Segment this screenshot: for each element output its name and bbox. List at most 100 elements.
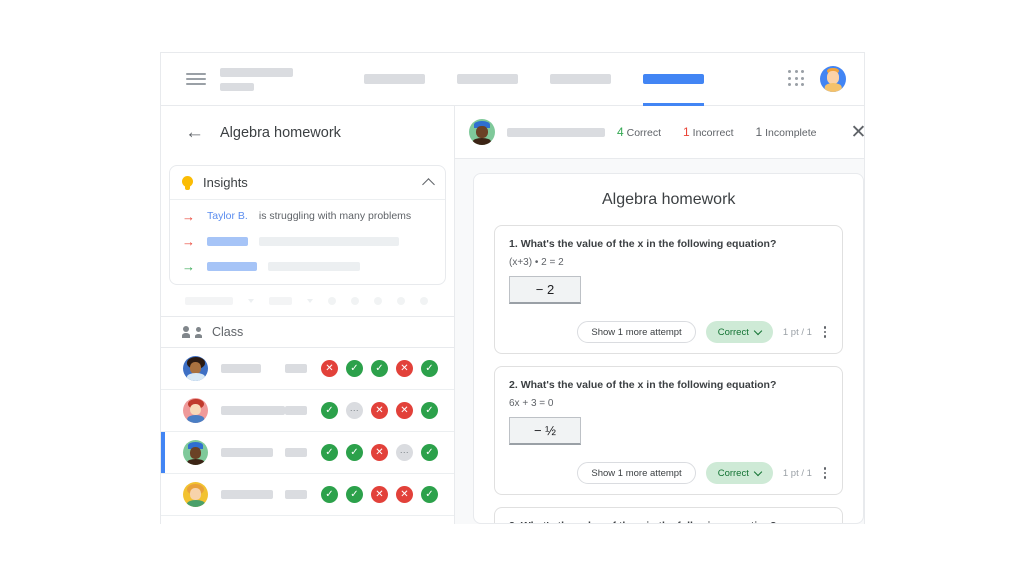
more-vertical-icon[interactable]: [822, 326, 829, 338]
apps-grid-icon[interactable]: [788, 70, 806, 88]
status-badge[interactable]: ✕: [396, 486, 413, 503]
list-item[interactable]: →: [182, 233, 433, 249]
status-badge[interactable]: ✓: [346, 360, 363, 377]
grade-status-label: Correct: [718, 468, 749, 479]
status-badge[interactable]: ✓: [421, 402, 438, 419]
status-badge[interactable]: ✓: [346, 486, 363, 503]
student-avatar-3: [183, 440, 208, 465]
chevron-down-icon[interactable]: [248, 299, 254, 303]
points-earned: 1 pt /: [783, 327, 804, 338]
filter-dropdown-2[interactable]: [269, 297, 292, 305]
question-2-points: 1 pt / 1: [783, 468, 812, 479]
avatar[interactable]: [820, 66, 846, 92]
incomplete-count-value: 1: [756, 125, 763, 139]
insight-text: is struggling with many problems: [259, 210, 411, 222]
status-badge[interactable]: ✓: [371, 360, 388, 377]
student-score-placeholder: [285, 406, 307, 415]
document-scroll-area[interactable]: Algebra homework 1. What's the value of …: [455, 159, 865, 524]
filter-dot-3[interactable]: [374, 297, 382, 305]
tab-2-label: [457, 74, 518, 84]
close-icon[interactable]: ✕: [851, 123, 866, 142]
list-item[interactable]: → Taylor B. is struggling with many prob…: [182, 208, 433, 224]
title-placeholder-line-2: [220, 83, 254, 91]
filter-dot-2[interactable]: [351, 297, 359, 305]
grade-status-dropdown[interactable]: Correct: [706, 462, 773, 484]
status-badge[interactable]: ⋯: [396, 444, 413, 461]
incomplete-count-label: Incomplete: [765, 127, 816, 139]
app-title-placeholder: [220, 68, 293, 91]
question-card-1: 1. What's the value of the x in the foll…: [494, 225, 843, 354]
title-placeholder-line-1: [220, 68, 293, 77]
grade-status-dropdown[interactable]: Correct: [706, 321, 773, 343]
table-row[interactable]: ✓ ✓ ✕ ⋯ ✓: [161, 432, 454, 474]
table-row[interactable]: ✓ ⋯ ✕ ✕ ✓: [161, 390, 454, 432]
status-icons: ✕ ✓ ✓ ✕ ✓: [321, 360, 438, 377]
student-avatar-2: [183, 398, 208, 423]
question-1-answer[interactable]: − 2: [509, 276, 581, 304]
tab-1[interactable]: [364, 53, 425, 106]
table-row[interactable]: ✓ ✓ ✕ ✕ ✓: [161, 474, 454, 516]
status-badge[interactable]: ✓: [321, 444, 338, 461]
student-list: ✕ ✓ ✓ ✕ ✓ ✓: [161, 348, 454, 524]
points-total: 1: [804, 327, 812, 338]
status-badge[interactable]: ⋯: [346, 402, 363, 419]
filter-dot-5[interactable]: [420, 297, 428, 305]
status-badge[interactable]: ✓: [421, 360, 438, 377]
status-badge[interactable]: ✕: [371, 486, 388, 503]
content-area: ← Algebra homework Insights → Taylor B. …: [161, 106, 864, 524]
status-badge[interactable]: ✕: [396, 360, 413, 377]
question-1-prompt: What's the value of the x in the followi…: [521, 238, 777, 250]
more-vertical-icon[interactable]: [822, 467, 829, 479]
assignment-document: Algebra homework 1. What's the value of …: [473, 173, 864, 524]
insights-header[interactable]: Insights: [170, 166, 445, 200]
question-3-text: 3. What's the value of the x in the foll…: [509, 520, 828, 524]
status-badge[interactable]: ✓: [321, 486, 338, 503]
student-score-placeholder: [285, 490, 307, 499]
tab-2[interactable]: [457, 53, 518, 106]
filter-dropdown-1[interactable]: [185, 297, 233, 305]
insight-student-name[interactable]: Taylor B.: [207, 210, 248, 222]
status-badge[interactable]: ✓: [321, 402, 338, 419]
right-panel: 4 Correct 1 Incorrect 1 Incomplete ✕: [455, 106, 865, 524]
student-name-placeholder: [221, 448, 273, 457]
chevron-up-icon[interactable]: [422, 178, 435, 191]
table-row[interactable]: ✕ ✓ ✓ ✕ ✓: [161, 348, 454, 390]
show-more-attempt-button[interactable]: Show 1 more attempt: [577, 462, 695, 484]
status-badge[interactable]: ✕: [371, 402, 388, 419]
show-more-attempt-button[interactable]: Show 1 more attempt: [577, 321, 695, 343]
arrow-right-icon: →: [182, 260, 196, 273]
filter-dot-4[interactable]: [397, 297, 405, 305]
class-label: Class: [212, 325, 243, 339]
question-card-2: 2. What's the value of the x in the foll…: [494, 366, 843, 495]
question-2-equation: 6x + 3 = 0: [509, 398, 828, 409]
status-badge[interactable]: ✕: [321, 360, 338, 377]
status-badge[interactable]: ✓: [421, 444, 438, 461]
chevron-down-icon: [754, 326, 762, 334]
status-badge[interactable]: ✓: [421, 486, 438, 503]
insights-title: Insights: [203, 175, 414, 190]
tab-4-active[interactable]: [643, 53, 704, 106]
grade-status-label: Correct: [718, 327, 749, 338]
question-2-footer: Show 1 more attempt Correct 1 pt / 1: [509, 462, 828, 484]
insights-list: → Taylor B. is struggling with many prob…: [170, 200, 445, 284]
status-badge[interactable]: ✕: [396, 402, 413, 419]
question-1-footer: Show 1 more attempt Correct 1 pt / 1: [509, 321, 828, 343]
tab-3[interactable]: [550, 53, 611, 106]
question-2-answer[interactable]: − ½: [509, 417, 581, 445]
insights-card: Insights → Taylor B. is struggling with …: [169, 165, 446, 285]
filter-dot-1[interactable]: [328, 297, 336, 305]
back-arrow-icon[interactable]: ←: [185, 123, 204, 142]
topbar-actions: [788, 53, 846, 105]
hamburger-icon[interactable]: [186, 71, 206, 87]
question-1-equation: (x+3) • 2 = 2: [509, 257, 828, 268]
status-badge[interactable]: ✓: [346, 444, 363, 461]
correct-count-label: Correct: [627, 127, 661, 139]
tab-4-label: [643, 74, 704, 84]
points-earned: 1 pt /: [783, 468, 804, 479]
insight-text-placeholder: [259, 237, 399, 246]
top-bar: [161, 53, 864, 106]
left-panel-header: ← Algebra homework: [161, 106, 454, 159]
status-badge[interactable]: ✕: [371, 444, 388, 461]
list-item[interactable]: →: [182, 258, 433, 274]
chevron-down-icon[interactable]: [307, 299, 313, 303]
